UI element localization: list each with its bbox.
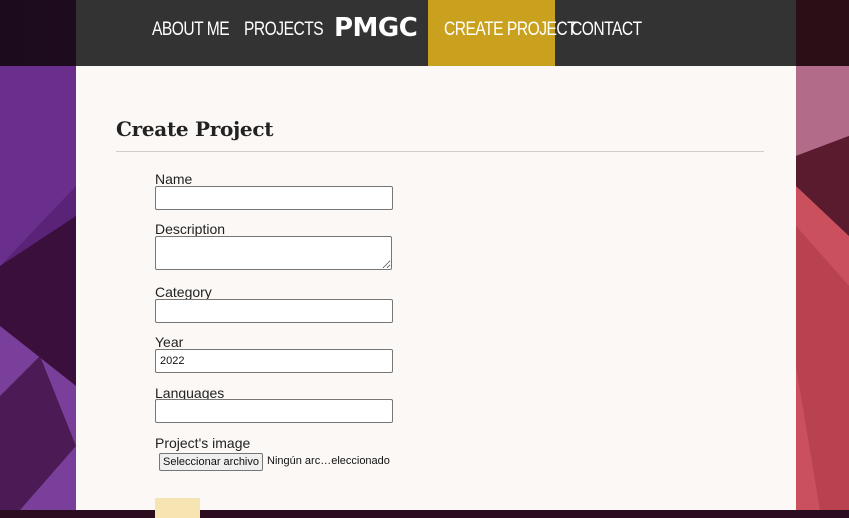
name-input[interactable] xyxy=(155,186,393,210)
category-label: Category xyxy=(155,284,212,300)
description-textarea[interactable] xyxy=(155,236,392,270)
page-title: Create Project xyxy=(116,117,274,141)
title-divider xyxy=(116,151,764,152)
site-logo[interactable]: PMGC xyxy=(334,0,418,66)
nav-create-project[interactable]: Create Project xyxy=(428,0,577,66)
description-label: Description xyxy=(155,221,226,237)
category-input[interactable] xyxy=(155,299,393,323)
project-image-label: Project's image xyxy=(155,435,251,451)
submit-button[interactable] xyxy=(155,498,200,518)
nav-about-me[interactable]: About me xyxy=(152,0,230,66)
nav-create-project-label: Create Project xyxy=(444,19,577,40)
languages-input[interactable] xyxy=(155,399,393,423)
choose-file-button[interactable]: Seleccionar archivo xyxy=(159,453,263,471)
name-label: Name xyxy=(155,171,193,187)
file-status-text: Ningún arc…eleccionado xyxy=(267,455,390,467)
content-panel: Create Project Name Description Category… xyxy=(76,66,796,518)
top-navigation: About me Projects PMGC Create Project Co… xyxy=(76,0,796,66)
year-input[interactable] xyxy=(155,349,393,373)
nav-projects[interactable]: Projects xyxy=(244,0,324,66)
year-label: Year xyxy=(155,334,184,350)
nav-contact[interactable]: Contact xyxy=(571,0,642,66)
